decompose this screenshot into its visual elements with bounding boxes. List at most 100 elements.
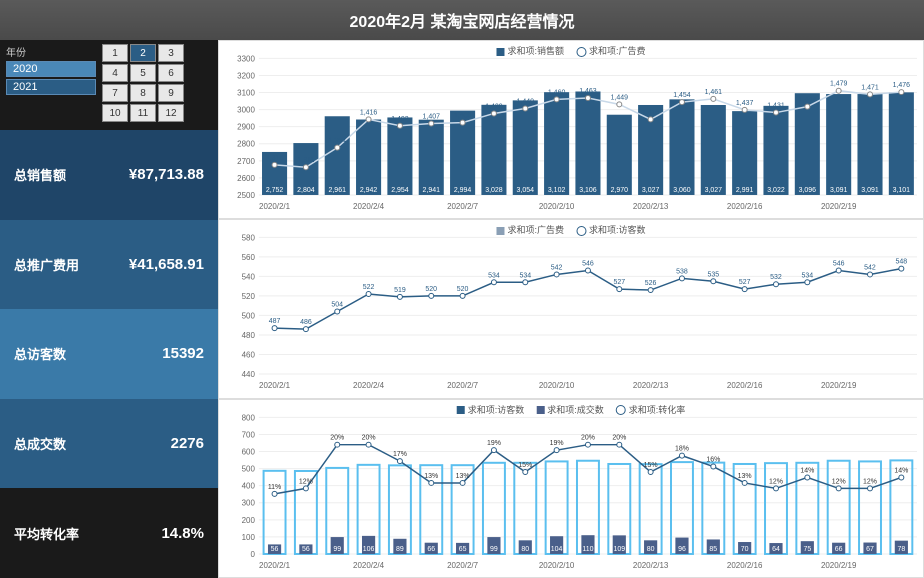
- svg-text:2900: 2900: [237, 123, 255, 132]
- svg-text:12%: 12%: [832, 478, 846, 485]
- svg-text:580: 580: [242, 234, 256, 243]
- svg-text:1,449: 1,449: [611, 94, 629, 101]
- svg-text:2020/2/7: 2020/2/7: [447, 381, 479, 390]
- year-label: 年份: [6, 44, 96, 59]
- svg-text:1,463: 1,463: [579, 88, 597, 95]
- svg-text:3,028: 3,028: [485, 187, 503, 194]
- svg-text:1,311: 1,311: [297, 157, 314, 164]
- svg-text:104: 104: [551, 546, 563, 553]
- svg-text:520: 520: [425, 286, 437, 293]
- svg-text:534: 534: [802, 273, 814, 280]
- svg-text:20%: 20%: [330, 434, 344, 441]
- svg-text:534: 534: [519, 273, 531, 280]
- svg-text:89: 89: [396, 546, 404, 553]
- svg-text:1,476: 1,476: [893, 82, 911, 89]
- svg-text:66: 66: [835, 546, 843, 553]
- svg-text:3,091: 3,091: [861, 187, 879, 194]
- svg-text:560: 560: [242, 253, 256, 262]
- metric-visitors-value: 15392: [162, 345, 204, 362]
- svg-text:2600: 2600: [237, 174, 255, 183]
- metric-conv-label: 平均转化率: [14, 524, 79, 543]
- chart-sales-ad: 求和项:销售额 求和项:广告费 250026002700280029003000…: [218, 40, 924, 219]
- svg-text:486: 486: [300, 319, 312, 326]
- svg-text:19%: 19%: [487, 440, 501, 447]
- svg-text:12%: 12%: [863, 478, 877, 485]
- svg-text:14%: 14%: [894, 467, 908, 474]
- svg-text:3100: 3100: [237, 89, 255, 98]
- svg-text:2,752: 2,752: [266, 187, 284, 194]
- month-button-11[interactable]: 11: [130, 104, 156, 122]
- metric-visitors-label: 总访客数: [14, 344, 66, 363]
- svg-text:3,054: 3,054: [517, 187, 535, 194]
- svg-text:85: 85: [709, 546, 717, 553]
- svg-text:1,479: 1,479: [830, 81, 848, 88]
- svg-text:18%: 18%: [675, 445, 689, 452]
- metric-promo-value: ¥41,658.91: [129, 256, 204, 273]
- svg-text:2,804: 2,804: [297, 187, 315, 194]
- legend-3-line: 求和项:转化率: [616, 403, 686, 416]
- svg-text:99: 99: [333, 546, 341, 553]
- svg-text:800: 800: [242, 413, 256, 422]
- svg-text:3,096: 3,096: [799, 187, 817, 194]
- year-option-2020[interactable]: 2020: [6, 61, 96, 77]
- svg-text:15%: 15%: [644, 462, 658, 469]
- month-button-1[interactable]: 1: [102, 44, 128, 62]
- month-button-6[interactable]: 6: [158, 64, 184, 82]
- metric-conv: 平均转化率 14.8%: [0, 488, 218, 578]
- svg-text:12%: 12%: [299, 478, 313, 485]
- svg-text:520: 520: [242, 292, 256, 301]
- svg-text:109: 109: [613, 546, 625, 553]
- month-button-2[interactable]: 2: [130, 44, 156, 62]
- month-button-5[interactable]: 5: [130, 64, 156, 82]
- year-option-2021[interactable]: 2021: [6, 79, 96, 95]
- svg-text:15%: 15%: [518, 462, 532, 469]
- month-button-3[interactable]: 3: [158, 44, 184, 62]
- svg-text:3,091: 3,091: [830, 187, 848, 194]
- metric-sales-value: ¥87,713.88: [129, 166, 204, 183]
- svg-text:1,444: 1,444: [799, 97, 817, 104]
- svg-text:13%: 13%: [456, 473, 470, 480]
- svg-text:1,437: 1,437: [736, 100, 754, 107]
- metric-promo-label: 总推广费用: [14, 255, 79, 274]
- charts-area: 求和项:销售额 求和项:广告费 250026002700280029003000…: [218, 0, 924, 578]
- svg-text:440: 440: [242, 370, 256, 379]
- svg-text:75: 75: [803, 546, 811, 553]
- svg-text:16%: 16%: [706, 456, 720, 463]
- svg-text:1,454: 1,454: [673, 92, 691, 99]
- svg-text:2020/2/10: 2020/2/10: [539, 561, 575, 570]
- svg-text:3,027: 3,027: [642, 187, 660, 194]
- svg-text:2,994: 2,994: [454, 187, 472, 194]
- svg-text:1,471: 1,471: [861, 84, 879, 91]
- svg-text:527: 527: [739, 279, 751, 286]
- metric-conv-value: 14.8%: [161, 525, 204, 542]
- svg-text:3,101: 3,101: [893, 187, 911, 194]
- month-button-8[interactable]: 8: [130, 84, 156, 102]
- month-button-7[interactable]: 7: [102, 84, 128, 102]
- svg-text:2020/2/19: 2020/2/19: [821, 202, 857, 211]
- svg-text:2800: 2800: [237, 140, 255, 149]
- svg-text:100: 100: [242, 533, 256, 542]
- svg-text:2020/2/4: 2020/2/4: [353, 561, 385, 570]
- svg-text:20%: 20%: [581, 434, 595, 441]
- sidebar: 年份 2020 2021 123456789101112 总销售额 ¥87,71…: [0, 0, 218, 578]
- svg-text:600: 600: [242, 447, 256, 456]
- metric-orders-label: 总成交数: [14, 434, 66, 453]
- svg-text:0: 0: [250, 550, 255, 559]
- svg-text:2020/2/4: 2020/2/4: [353, 381, 385, 390]
- metric-sales: 总销售额 ¥87,713.88: [0, 130, 218, 220]
- svg-text:96: 96: [678, 546, 686, 553]
- svg-text:11%: 11%: [268, 484, 281, 491]
- month-button-9[interactable]: 9: [158, 84, 184, 102]
- svg-text:535: 535: [707, 272, 719, 279]
- svg-text:546: 546: [833, 261, 845, 268]
- svg-text:2,942: 2,942: [360, 187, 378, 194]
- svg-text:2,954: 2,954: [391, 187, 409, 194]
- month-button-12[interactable]: 12: [158, 104, 184, 122]
- filter-panel: 年份 2020 2021 123456789101112: [0, 40, 218, 130]
- svg-text:526: 526: [645, 280, 657, 287]
- svg-text:1,407: 1,407: [423, 113, 441, 120]
- svg-text:78: 78: [897, 546, 905, 553]
- svg-text:700: 700: [242, 430, 256, 439]
- month-button-4[interactable]: 4: [102, 64, 128, 82]
- month-button-10[interactable]: 10: [102, 104, 128, 122]
